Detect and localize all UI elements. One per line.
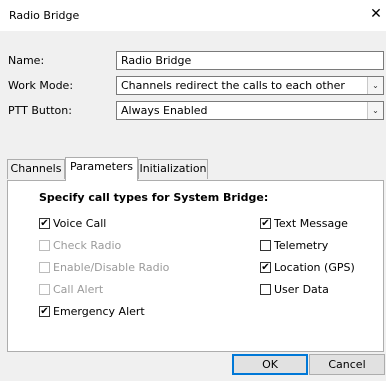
checkbox-label: User Data — [274, 283, 329, 296]
checkbox-box — [260, 240, 271, 251]
checkbox-box: ✔ — [39, 306, 50, 317]
tab-channels[interactable]: Channels — [7, 159, 65, 179]
section-heading: Specify call types for System Bridge: — [39, 191, 269, 204]
work-mode-label: Work Mode: — [8, 79, 74, 92]
ok-button[interactable]: OK — [232, 354, 308, 375]
checkbox-box — [260, 284, 271, 295]
ptt-button-value: Always Enabled — [121, 104, 208, 117]
radio-bridge-dialog: Radio Bridge ✕ Name: Radio Bridge Work M… — [0, 0, 386, 381]
title-bar: Radio Bridge ✕ — [0, 0, 386, 31]
checkbox-box: ✔ — [39, 218, 50, 229]
name-input[interactable]: Radio Bridge — [116, 51, 384, 70]
cancel-button[interactable]: Cancel — [309, 354, 385, 375]
checkbox-label: Voice Call — [53, 217, 107, 230]
chevron-down-icon[interactable]: ⌄ — [367, 77, 383, 94]
window-title: Radio Bridge — [9, 9, 80, 22]
checkbox-label: Call Alert — [53, 283, 104, 296]
ptt-button-select[interactable]: Always Enabled ⌄ — [116, 101, 384, 120]
parameters-panel: Specify call types for System Bridge: ✔ … — [7, 180, 384, 352]
checkbox-label: Location (GPS) — [274, 261, 355, 274]
tab-parameters[interactable]: Parameters — [65, 157, 138, 181]
checkbox-label: Telemetry — [274, 239, 329, 252]
checkbox-label: Emergency Alert — [53, 305, 145, 318]
chevron-down-icon[interactable]: ⌄ — [367, 102, 383, 119]
tab-initialization[interactable]: Initialization — [138, 159, 208, 179]
checkbox-label: Check Radio — [53, 239, 122, 252]
checkbox-box — [39, 284, 50, 295]
checkbox-box — [39, 262, 50, 273]
ptt-button-label: PTT Button: — [8, 104, 72, 117]
checkbox-label: Enable/Disable Radio — [53, 261, 170, 274]
work-mode-select[interactable]: Channels redirect the calls to each othe… — [116, 76, 384, 95]
work-mode-value: Channels redirect the calls to each othe… — [121, 79, 345, 92]
checkbox-box: ✔ — [260, 218, 271, 229]
close-icon[interactable]: ✕ — [369, 6, 383, 22]
checkbox-box: ✔ — [260, 262, 271, 273]
name-label: Name: — [8, 54, 45, 67]
checkbox-label: Text Message — [274, 217, 348, 230]
checkbox-box — [39, 240, 50, 251]
